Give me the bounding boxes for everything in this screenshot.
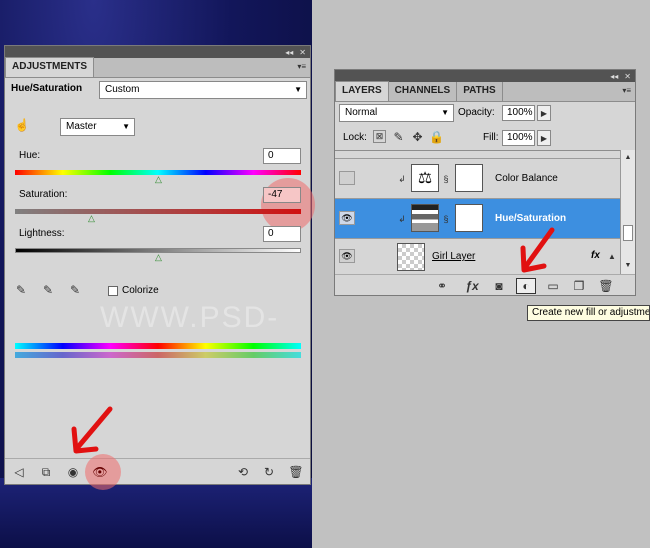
tab-paths[interactable]: PATHS <box>457 82 503 101</box>
saturation-slider-track[interactable] <box>15 209 301 214</box>
mask-icon[interactable]: ◙ <box>490 278 508 294</box>
saturation-label: Saturation: <box>19 189 68 200</box>
visibility-toggle[interactable]: 👁 <box>339 211 355 225</box>
blend-mode-dropdown[interactable]: Normal ▼ <box>339 104 454 122</box>
tab-channels[interactable]: CHANNELS <box>389 82 458 101</box>
preset-value: Custom <box>105 84 140 95</box>
layer-name[interactable]: Color Balance <box>495 173 558 184</box>
channel-value: Master <box>66 121 97 132</box>
eyedropper-minus-icon[interactable]: ✎ <box>67 282 83 298</box>
tooltip: Create new fill or adjustment layer <box>527 305 650 321</box>
colorize-label: Colorize <box>122 285 159 296</box>
layer-row-hue-saturation[interactable]: 👁 ↲ § Hue/Saturation <box>335 199 620 239</box>
lightness-label: Lightness: <box>19 228 65 239</box>
layer-mask-thumbnail[interactable] <box>455 164 483 192</box>
adjustments-panel: ◂◂ ✕ ADJUSTMENTS ▾≡ Hue/Saturation Custom… <box>4 45 315 490</box>
saturation-input[interactable]: -47 <box>263 187 301 203</box>
annotation-arrow-left <box>71 406 113 454</box>
adjustments-bottom-toolbar: ◁ ⧉ ◉ 👁 ⟲ ↻ 🗑 <box>5 454 310 490</box>
preset-dropdown[interactable]: Custom ▼ <box>99 81 307 99</box>
fx-icon[interactable]: fx <box>591 250 600 261</box>
hand-adjust-icon[interactable]: ☝ <box>13 116 31 134</box>
layer-name[interactable]: Hue/Saturation <box>495 213 566 224</box>
fill-label: Fill: <box>483 132 499 143</box>
opacity-input[interactable]: 100% <box>502 105 535 121</box>
visibility-toggle[interactable] <box>339 171 355 185</box>
opacity-slider-arrow-icon[interactable]: ▶ <box>537 105 551 121</box>
layer-row-girl-layer[interactable]: 👁 Girl Layer fx ▲ <box>335 239 620 274</box>
lock-label: Lock: <box>343 132 367 143</box>
saturation-slider-thumb[interactable]: △ <box>87 214 96 223</box>
clip-layer-icon[interactable]: ⧉ <box>38 464 54 480</box>
lightness-slider-thumb[interactable]: △ <box>154 253 163 262</box>
lock-transparent-icon[interactable]: ⊠ <box>373 130 386 143</box>
reset-icon[interactable]: ↻ <box>261 464 277 480</box>
fx-icon[interactable]: ƒx <box>463 278 481 294</box>
lightness-input[interactable]: 0 <box>263 226 301 242</box>
panel-menu-icon[interactable]: ▾≡ <box>297 62 306 71</box>
clip-arrow-icon: ↲ <box>398 213 406 224</box>
new-layer-icon[interactable]: ❐ <box>570 278 588 294</box>
view-previous-icon[interactable]: 👁 <box>92 464 108 480</box>
collapse-icon[interactable]: ◂◂ <box>610 72 618 81</box>
back-arrow-icon[interactable]: ◁ <box>11 464 27 480</box>
trash-icon[interactable]: 🗑 <box>288 464 304 480</box>
layer-name[interactable]: Girl Layer <box>432 251 475 262</box>
fill-input[interactable]: 100% <box>502 130 535 146</box>
hue-saturation-thumbnail-icon[interactable] <box>411 204 439 232</box>
brush-icon[interactable]: ✎ <box>392 130 405 144</box>
canvas-mountains <box>0 478 312 548</box>
chain-link-icon: § <box>443 214 449 224</box>
hue-slider-thumb[interactable]: △ <box>154 175 163 184</box>
move-icon[interactable]: ✥ <box>411 130 424 144</box>
layer-row-color-balance[interactable]: ↲ ⚖ § Color Balance <box>335 159 620 199</box>
channel-dropdown[interactable]: Master ▼ <box>60 118 135 136</box>
visibility-eye-icon[interactable]: ◉ <box>65 464 81 480</box>
chevron-down-icon: ▼ <box>122 122 130 131</box>
spectrum-bar-bottom <box>15 352 301 358</box>
scroll-up-icon[interactable]: ▲ <box>622 152 634 162</box>
layer-mask-thumbnail[interactable] <box>455 204 483 232</box>
eyedropper-icon[interactable]: ✎ <box>13 282 29 298</box>
group-folder-icon[interactable]: ▭ <box>544 278 562 294</box>
layer-row-partial[interactable] <box>335 151 620 159</box>
clip-arrow-icon: ↲ <box>398 173 406 184</box>
hue-input[interactable]: 0 <box>263 148 301 164</box>
eyedropper-plus-icon[interactable]: ✎ <box>40 282 56 298</box>
panel-menu-icon[interactable]: ▾≡ <box>622 86 631 95</box>
scroll-down-icon[interactable]: ▼ <box>622 260 634 270</box>
preset-label: Hue/Saturation <box>11 83 83 94</box>
tab-layers[interactable]: LAYERS <box>335 81 389 101</box>
adjustment-layer-icon[interactable]: ◐ <box>516 278 536 294</box>
chain-link-icon: § <box>443 174 449 184</box>
fill-slider-arrow-icon[interactable]: ▶ <box>537 130 551 146</box>
colorize-checkbox[interactable] <box>108 286 118 296</box>
spectrum-bar-top <box>15 343 301 349</box>
lock-icon[interactable]: 🔒 <box>429 130 444 144</box>
scale-balance-icon[interactable]: ⚖ <box>411 164 439 192</box>
collapse-icon[interactable]: ◂◂ <box>285 48 293 57</box>
trash-icon[interactable]: 🗑 <box>597 278 615 294</box>
close-icon[interactable]: ✕ <box>624 72 631 81</box>
watermark: WWW.PSD- <box>100 301 280 334</box>
opacity-label: Opacity: <box>458 107 495 118</box>
layer-list: ↲ ⚖ § Color Balance 👁 ↲ § Hue/Saturation… <box>335 150 620 274</box>
close-icon[interactable]: ✕ <box>299 48 306 57</box>
layer-thumbnail[interactable] <box>397 243 425 271</box>
chevron-down-icon: ▼ <box>441 108 449 117</box>
link-icon[interactable]: ⚭ <box>433 278 451 294</box>
blend-mode-value: Normal <box>345 107 378 118</box>
layers-bottom-toolbar: ⚭ ƒx ◙ ◐ ▭ ❐ 🗑 <box>335 274 635 296</box>
layers-panel: ◂◂ ✕ LAYERS CHANNELS PATHS ▾≡ Normal ▼ Op… <box>334 69 636 296</box>
layers-scrollbar[interactable]: ▲ ▼ <box>620 150 635 274</box>
scroll-thumb[interactable] <box>623 225 633 241</box>
expand-arrow-icon[interactable]: ▲ <box>607 250 617 262</box>
annotation-arrow-right <box>520 227 555 273</box>
hue-label: Hue: <box>19 150 41 161</box>
tab-adjustments[interactable]: ADJUSTMENTS <box>5 57 95 77</box>
visibility-toggle[interactable]: 👁 <box>339 249 355 263</box>
refresh-icon[interactable]: ⟲ <box>235 464 251 480</box>
chevron-down-icon: ▼ <box>294 85 302 94</box>
